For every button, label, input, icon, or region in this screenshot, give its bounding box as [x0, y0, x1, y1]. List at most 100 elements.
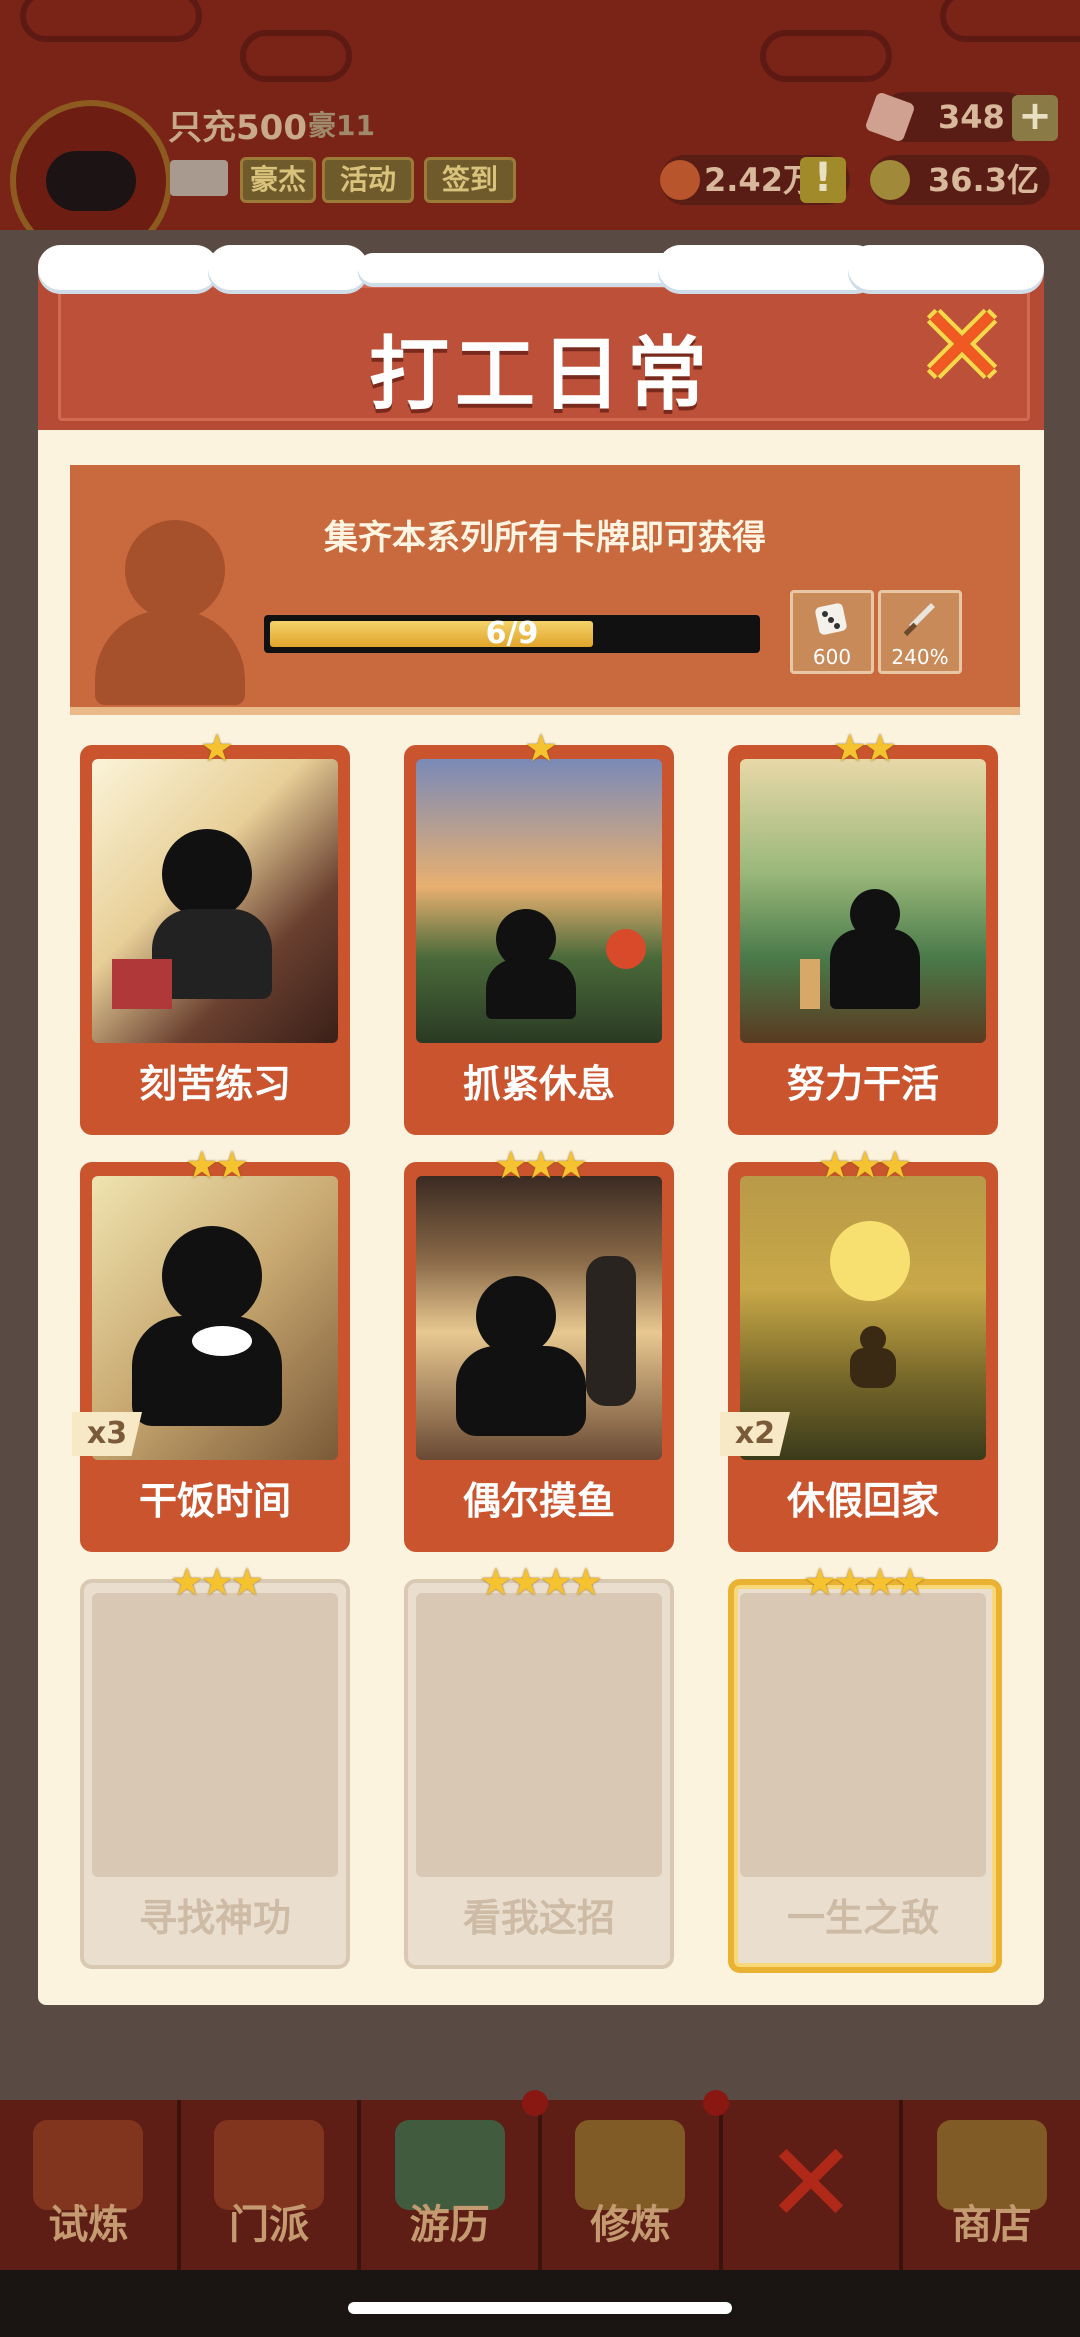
- cloud-decoration: [20, 0, 202, 42]
- add-gems-button[interactable]: +: [1012, 95, 1058, 141]
- nav-shop[interactable]: 商店: [903, 2100, 1080, 2270]
- collection-progress-bar: 6/9: [264, 615, 760, 653]
- card-series-modal: 打工日常 ✕ 集齐本系列所有卡牌即可获得 6/9 600 240% ★ 刻苦练习…: [38, 245, 1044, 2005]
- card-name: 看我这招: [462, 1896, 615, 1940]
- nav-label: 试炼: [48, 2202, 129, 2248]
- close-x-icon: ✕: [764, 2119, 858, 2247]
- card-watch-my-move[interactable]: ★★★★ 看我这招: [404, 1563, 674, 1969]
- close-icon: ✕: [916, 282, 1009, 410]
- ninja-figure: [112, 959, 172, 1009]
- card-multiplier-badge: x2: [720, 1412, 790, 1456]
- ninja-figure: [162, 829, 252, 919]
- event-button[interactable]: 活动: [322, 157, 414, 203]
- card-name: 抓紧休息: [462, 1062, 615, 1106]
- rarity-stars: ★★: [184, 1143, 249, 1187]
- card-name: 休假回家: [786, 1479, 939, 1523]
- ninja-figure: [586, 1256, 636, 1406]
- cloud-decoration: [760, 30, 892, 82]
- card-artwork: [740, 759, 986, 1043]
- card-name: 刻苦练习: [138, 1062, 291, 1106]
- reward-value: 240%: [891, 645, 949, 669]
- card-name: 一生之敌: [786, 1896, 939, 1940]
- card-artwork: [92, 759, 338, 1043]
- ninja-figure: [850, 1348, 896, 1388]
- sun: [830, 1221, 910, 1301]
- rarity-stars: ★★★: [817, 1143, 912, 1187]
- player-name: 只充500: [168, 108, 307, 148]
- modal-title: 打工日常: [369, 328, 713, 421]
- card-multiplier-badge: x3: [72, 1412, 142, 1456]
- nav-trial[interactable]: 试炼: [0, 2100, 181, 2270]
- card-hard-practice[interactable]: ★ 刻苦练习: [80, 729, 350, 1135]
- rarity-stars: ★: [199, 726, 234, 770]
- nav-label: 门派: [229, 2202, 309, 2248]
- ninja-figure: [486, 959, 576, 1019]
- reward-value: 600: [812, 645, 852, 669]
- snow-decoration: [658, 245, 878, 290]
- ninja-figure: [476, 1276, 556, 1356]
- card-artwork: [416, 759, 662, 1043]
- snow-decoration: [208, 245, 368, 290]
- bottom-nav: 试炼 门派 游历 修炼 ✕ 商店: [0, 2090, 1080, 2270]
- card-empty-slot: [740, 1593, 986, 1877]
- card-occasional-slacking[interactable]: ★★★ 偶尔摸鱼: [404, 1146, 674, 1552]
- series-reward-banner: 集齐本系列所有卡牌即可获得 6/9 600 240%: [70, 465, 1020, 715]
- card-quick-rest[interactable]: ★ 抓紧休息: [404, 729, 674, 1135]
- card-seek-kungfu[interactable]: ★★★ 寻找神功: [80, 1563, 350, 1969]
- nav-sect[interactable]: 门派: [181, 2100, 362, 2270]
- close-button[interactable]: ✕: [916, 291, 1008, 401]
- log-stump: [800, 959, 820, 1009]
- snow-decoration: [38, 245, 218, 290]
- rarity-stars: ★★★★: [802, 1560, 927, 1604]
- nav-cultivate[interactable]: 修炼: [542, 2090, 729, 2270]
- card-name: 偶尔摸鱼: [462, 1479, 615, 1523]
- gem-value: 348: [938, 98, 1005, 136]
- card-work-hard[interactable]: ★★ 努力干活: [728, 729, 998, 1135]
- banner-text: 集齐本系列所有卡牌即可获得: [324, 518, 766, 558]
- sunset-sun: [606, 929, 646, 969]
- progress-text: 6/9: [485, 616, 539, 651]
- rarity-stars: ★★★: [169, 1560, 264, 1604]
- mail-icon[interactable]: [170, 160, 228, 196]
- card-meal-time[interactable]: ★★ x3 干饭时间: [72, 1146, 350, 1552]
- ninja-figure: [456, 1346, 586, 1436]
- card-artwork: [416, 1176, 662, 1460]
- card-name: 努力干活: [786, 1062, 939, 1106]
- avatar-face: [46, 151, 136, 211]
- vip-label: 豪11: [308, 109, 375, 142]
- card-empty-slot: [92, 1593, 338, 1877]
- rarity-stars: ★★★: [493, 1143, 588, 1187]
- nav-label: 修炼: [590, 2202, 671, 2248]
- rarity-stars: ★★★★: [478, 1560, 603, 1604]
- hero-button[interactable]: 豪杰: [240, 157, 316, 203]
- reward-dice[interactable]: 600: [790, 590, 874, 674]
- card-empty-slot: [416, 1593, 662, 1877]
- card-lifelong-rival[interactable]: ★★★★ 一生之敌: [728, 1563, 1002, 1973]
- cloud-decoration: [240, 30, 352, 82]
- reward-sword[interactable]: 240%: [878, 590, 962, 674]
- nav-close[interactable]: ✕: [723, 2100, 904, 2270]
- card-name: 干饭时间: [138, 1479, 291, 1523]
- coin-icon: [870, 160, 910, 200]
- nav-travel[interactable]: 游历: [361, 2090, 549, 2270]
- rarity-stars: ★: [523, 726, 558, 770]
- signin-button[interactable]: 签到: [424, 157, 516, 203]
- rice-bowl: [192, 1326, 252, 1356]
- nav-label: 商店: [951, 2202, 1032, 2248]
- coupon-alert-button[interactable]: !: [800, 157, 846, 203]
- gem-counter: 348: [864, 91, 1030, 143]
- gold-counter: 36.3亿: [870, 155, 1050, 205]
- card-name: 寻找神功: [138, 1896, 291, 1940]
- home-indicator[interactable]: [348, 2302, 732, 2314]
- ninja-figure: [830, 929, 920, 1009]
- coupon-value: 2.42万: [704, 161, 815, 199]
- rarity-stars: ★★: [832, 726, 897, 770]
- sword-icon: [903, 603, 935, 637]
- ninja-figure: [162, 1226, 262, 1326]
- card-vacation-home[interactable]: ★★★ x2 休假回家: [720, 1146, 998, 1552]
- nav-label: 游历: [409, 2202, 490, 2248]
- coupon-icon: [660, 160, 700, 200]
- modal-header: 打工日常 ✕: [38, 245, 1044, 430]
- cloud-decoration: [940, 0, 1080, 42]
- gold-value: 36.3亿: [928, 161, 1039, 199]
